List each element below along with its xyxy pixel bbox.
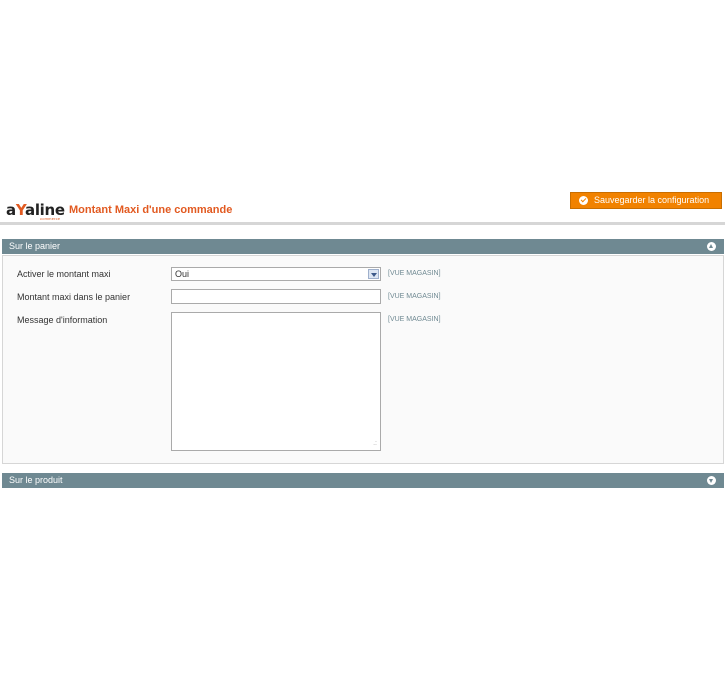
section-title-product: Sur le produit xyxy=(9,475,63,485)
scope-max-amount: [VUE MAGASIN] xyxy=(388,293,441,300)
max-amount-input[interactable] xyxy=(171,289,381,304)
enable-max-value: Oui xyxy=(175,269,190,279)
section-header-cart[interactable]: Sur le panier xyxy=(2,239,724,254)
collapse-icon[interactable] xyxy=(707,242,716,251)
save-config-label: Sauvegarder la configuration xyxy=(594,195,710,205)
chevron-down-icon[interactable] xyxy=(368,269,379,279)
section-header-product[interactable]: Sur le produit xyxy=(2,473,724,488)
label-info-message: Message d'information xyxy=(17,315,108,325)
expand-icon[interactable] xyxy=(707,476,716,485)
enable-max-select[interactable]: Oui xyxy=(171,267,381,281)
save-config-button[interactable]: Sauvegarder la configuration xyxy=(570,192,722,209)
page-title: Montant Maxi d'une commande xyxy=(69,204,233,216)
label-max-amount: Montant maxi dans le panier xyxy=(17,292,131,302)
scope-enable-max: [VUE MAGASIN] xyxy=(388,270,441,277)
scope-info-message: [VUE MAGASIN] xyxy=(388,316,441,323)
section-title-cart: Sur le panier xyxy=(9,241,61,251)
label-enable-max: Activer le montant maxi xyxy=(17,269,111,279)
logo-subtitle: commerce xyxy=(40,216,61,221)
header-divider xyxy=(0,222,725,225)
resize-grip-icon[interactable]: .: xyxy=(373,440,377,447)
info-message-textarea[interactable]: .: xyxy=(171,312,381,451)
check-icon xyxy=(579,196,588,205)
